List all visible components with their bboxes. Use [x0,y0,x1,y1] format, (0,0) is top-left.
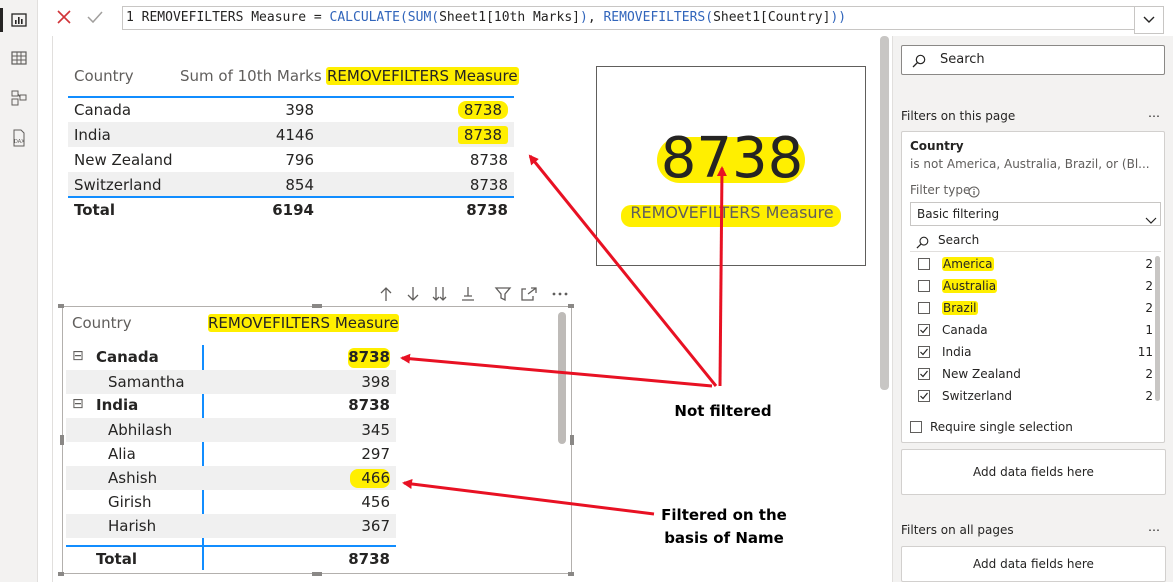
more-options-icon[interactable]: … [1148,106,1160,120]
filter-card-field: Country [910,139,964,153]
filter-type-dropdown[interactable]: Basic filtering [910,202,1161,226]
filter-count: 1 [1145,323,1153,337]
checkbox-require-single[interactable] [910,421,922,433]
filter-card-summary: is not America, Australia, Brazil, or (B… [910,157,1150,171]
checkbox-new-zealand[interactable] [918,368,930,380]
filter-item-brazil[interactable]: Brazil [942,301,978,315]
checkbox-india[interactable] [918,346,930,358]
filters-search-input[interactable]: Search [901,45,1165,75]
filter-item-australia[interactable]: Australia [942,279,998,293]
checkmark-icon [920,326,928,334]
filter-type-label: Filter type [910,183,971,197]
chevron-down-icon [1145,210,1157,229]
require-single-label[interactable]: Require single selection [930,420,1073,434]
filter-item-switzerland[interactable]: Switzerland [942,389,1012,403]
arrow-to-matrix-canada [400,353,713,388]
note-filtered-line2: basis of Name [664,529,784,547]
filter-item-india[interactable]: India [942,345,971,359]
filter-count: 2 [1145,301,1153,315]
filters-search-placeholder: Search [940,52,985,67]
info-icon[interactable] [968,183,980,202]
checkmark-icon [920,348,928,356]
filter-list-scrollbar[interactable] [1155,256,1160,401]
note-not-filtered: Not filtered [674,402,772,420]
filter-count: 11 [1137,345,1153,359]
filter-count: 2 [1145,367,1153,381]
checkmark-icon [920,392,928,400]
filter-count: 2 [1145,389,1153,403]
filter-item-canada[interactable]: Canada [942,323,988,337]
arrow-to-table [528,154,718,387]
checkbox-america[interactable] [918,258,930,270]
search-icon [912,53,926,72]
more-options-icon[interactable]: … [1148,520,1160,534]
add-data-fields-all-pages[interactable]: Add data fields here [901,546,1166,582]
checkbox-switzerland[interactable] [918,390,930,402]
checkbox-canada[interactable] [918,324,930,336]
add-data-fields-this-page[interactable]: Add data fields here [901,449,1166,495]
note-filtered-line1: Filtered on the [661,506,787,524]
section-filters-this-page: Filters on this page [901,109,1016,123]
filter-item-new-zealand[interactable]: New Zealand [942,367,1021,381]
filter-count: 2 [1145,257,1153,271]
filter-count: 2 [1145,279,1153,293]
filter-item-america[interactable]: America [942,257,994,271]
filter-list-search[interactable]: Search [910,230,1161,252]
checkbox-australia[interactable] [918,280,930,292]
checkmark-icon [920,370,928,378]
section-filters-all-pages: Filters on all pages [901,523,1014,537]
search-icon [916,234,929,253]
filter-list-search-placeholder: Search [938,233,980,247]
arrow-to-card [716,166,727,387]
country-filter-card[interactable] [901,131,1165,443]
checkbox-brazil[interactable] [918,302,930,314]
filter-type-value: Basic filtering [917,207,1000,221]
arrow-to-matrix-ashish [402,479,655,516]
